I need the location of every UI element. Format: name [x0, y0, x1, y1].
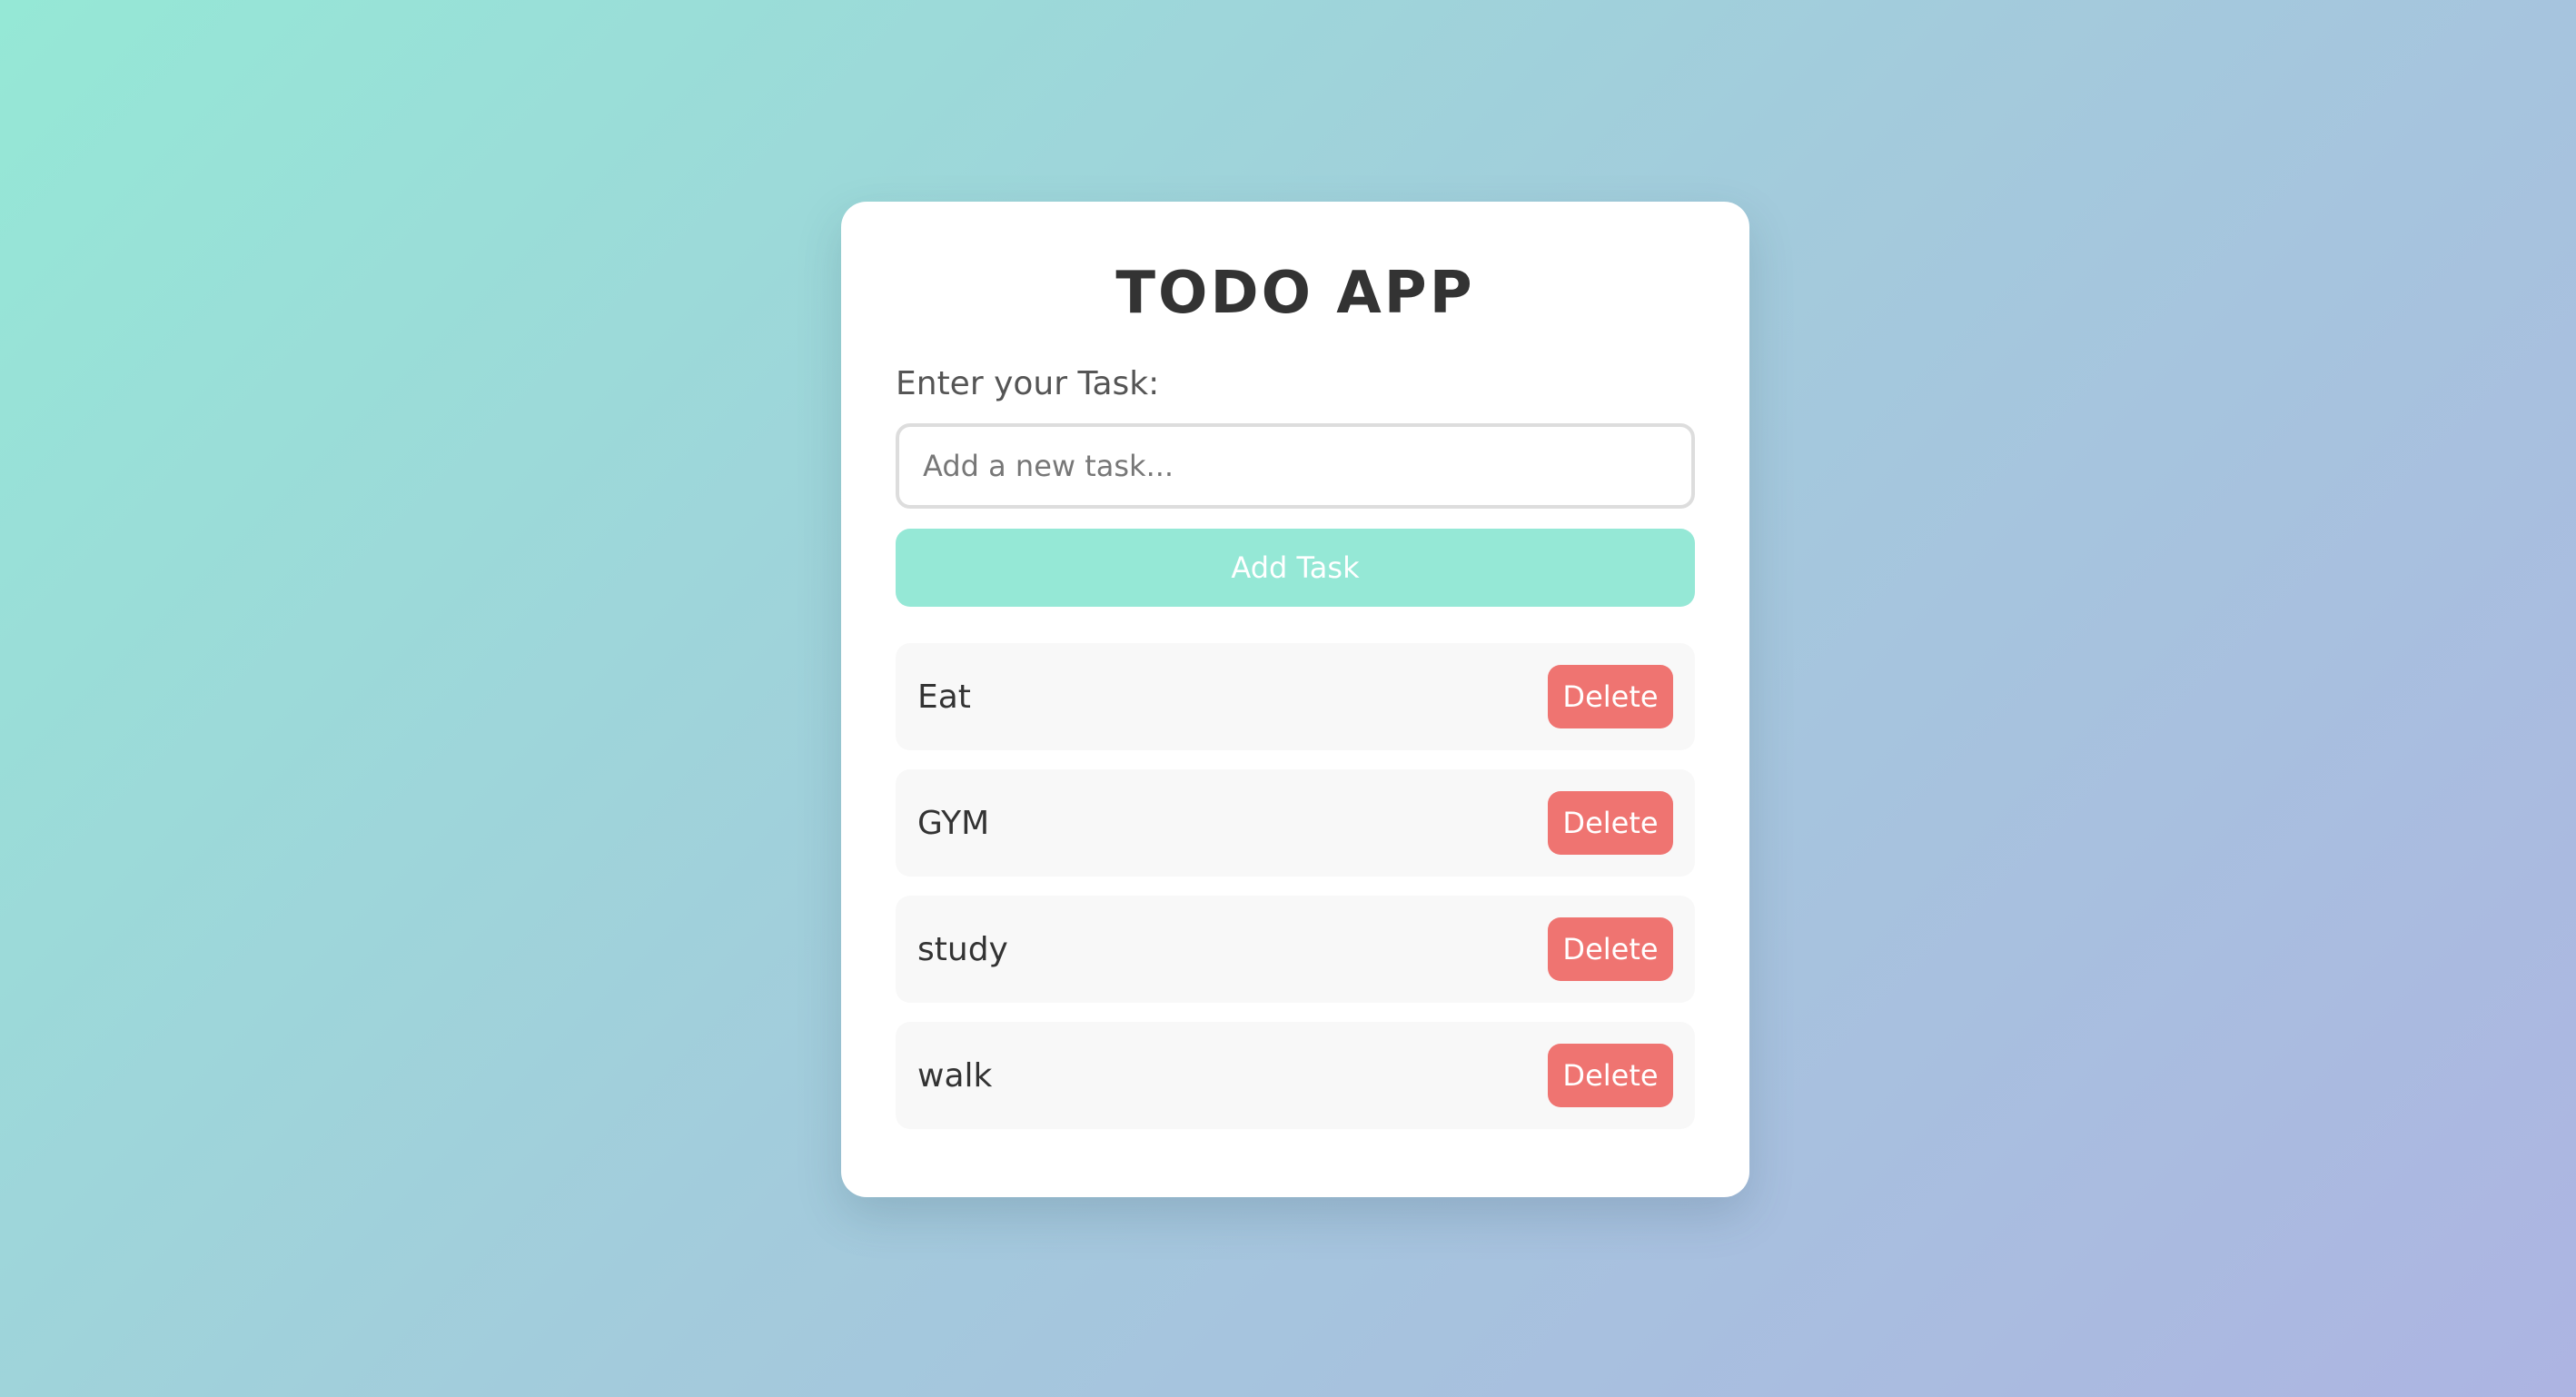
task-text: study [917, 930, 1008, 968]
todo-card: TODO APP Enter your Task: Add Task Eat D… [841, 202, 1749, 1197]
delete-task-button[interactable]: Delete [1548, 917, 1673, 981]
task-item: study Delete [896, 896, 1695, 1003]
app-title: TODO APP [1115, 260, 1475, 327]
task-text: Eat [917, 678, 971, 716]
add-task-button[interactable]: Add Task [896, 529, 1695, 607]
task-text: GYM [917, 804, 990, 842]
task-item: walk Delete [896, 1022, 1695, 1129]
task-item: GYM Delete [896, 769, 1695, 877]
task-text: walk [917, 1056, 993, 1095]
delete-task-button[interactable]: Delete [1548, 1044, 1673, 1107]
task-input[interactable] [896, 423, 1695, 509]
delete-task-button[interactable]: Delete [1548, 791, 1673, 855]
task-item: Eat Delete [896, 643, 1695, 750]
task-input-label: Enter your Task: [896, 365, 1160, 402]
delete-task-button[interactable]: Delete [1548, 665, 1673, 728]
task-list: Eat Delete GYM Delete study Delete walk … [896, 643, 1695, 1129]
